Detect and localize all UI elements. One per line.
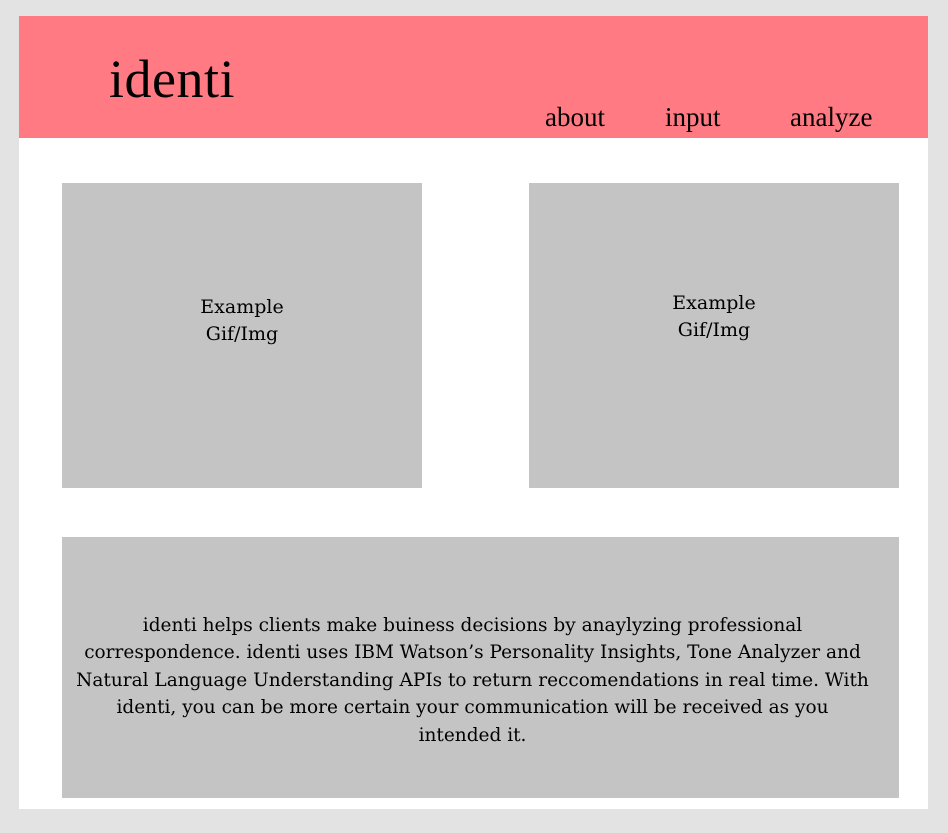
site-header: identi about input analyze — [19, 16, 928, 138]
nav-about-link[interactable]: about — [545, 98, 605, 136]
page-frame: identi about input analyze Example Gif/I… — [19, 16, 928, 809]
example-media-left: Example Gif/Img — [62, 183, 422, 488]
media-placeholder-text: Example Gif/Img — [672, 290, 755, 344]
brand-logo[interactable]: identi — [109, 42, 235, 116]
about-description-text: identi helps clients make buiness decisi… — [76, 614, 869, 746]
media-label-line-1: Example — [200, 295, 284, 318]
nav-input-link[interactable]: input — [665, 98, 721, 136]
media-placeholder-text: Example Gif/Img — [200, 294, 283, 348]
nav-analyze-link[interactable]: analyze — [790, 98, 872, 136]
media-label-line-1: Example — [672, 291, 756, 314]
media-label-line-2: Gif/Img — [205, 322, 279, 345]
about-description-panel: identi helps clients make buiness decisi… — [62, 537, 899, 798]
media-label-line-2: Gif/Img — [677, 318, 751, 341]
example-media-right: Example Gif/Img — [529, 183, 899, 488]
